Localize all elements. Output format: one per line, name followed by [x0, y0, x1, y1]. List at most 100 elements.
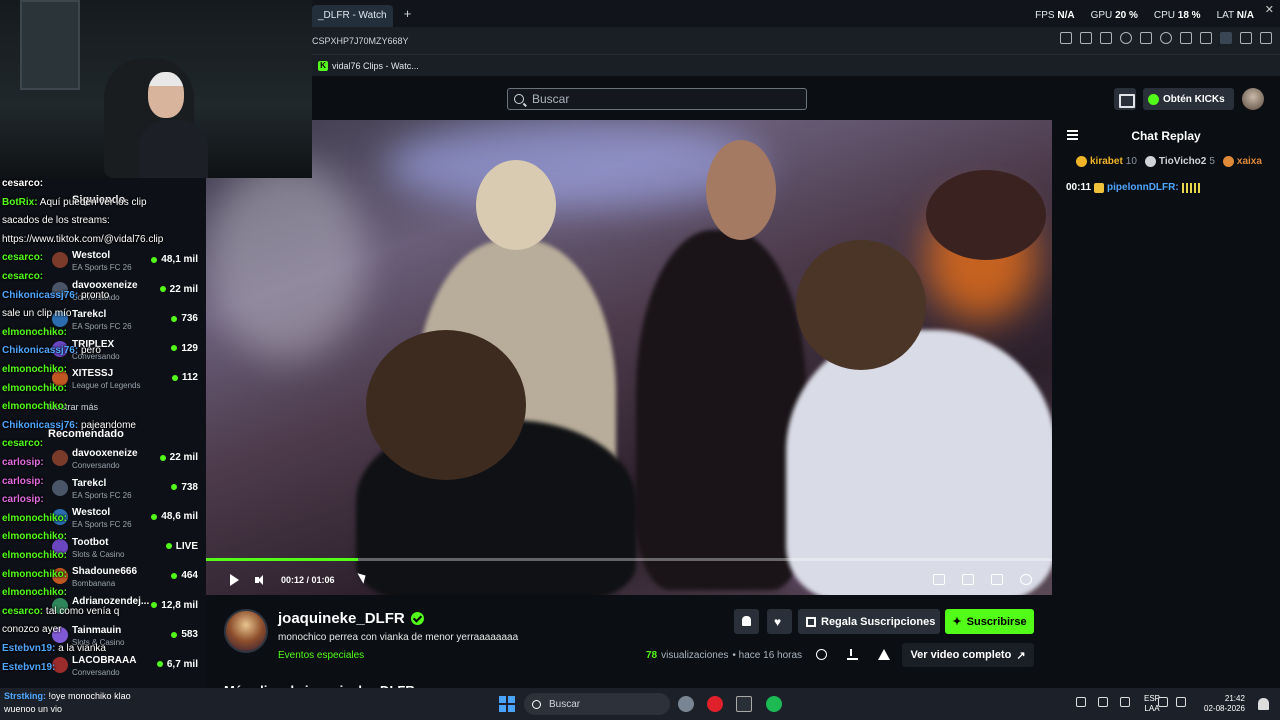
get-kicks-button[interactable]: Obtén KICKs [1143, 88, 1234, 110]
chat-username[interactable]: pipelonnDLFR: [1107, 182, 1179, 193]
channel-category: EA Sports FC 26 [72, 490, 132, 500]
microphone-icon[interactable] [1120, 697, 1130, 707]
play-icon[interactable] [1140, 32, 1152, 44]
heart-icon[interactable] [1160, 32, 1172, 44]
app-icon[interactable] [678, 696, 694, 712]
progress-bar[interactable] [206, 558, 1052, 561]
epic-games-icon[interactable] [736, 696, 752, 712]
taskbar-search[interactable]: Buscar [524, 693, 670, 715]
notification-icon[interactable] [1258, 698, 1269, 710]
webcam-background [20, 0, 80, 90]
sidebar-channel[interactable]: Westcol EA Sports FC 26 48,1 mil [52, 250, 202, 278]
browse-button[interactable] [1114, 88, 1136, 110]
share-icon[interactable] [816, 649, 827, 660]
volume-icon[interactable] [255, 575, 267, 585]
user-avatar[interactable] [1242, 88, 1264, 110]
category-link[interactable]: Eventos especiales [278, 650, 364, 661]
download-icon[interactable] [847, 649, 858, 660]
sidebar-channel[interactable]: TRIPLEX Conversando 129 [52, 339, 202, 367]
monitor-icon[interactable] [1158, 697, 1168, 707]
sidebar-channel[interactable]: Tootbot Slots & Casino LIVE [52, 537, 202, 565]
bookmark-item[interactable]: vidal76 Clips - Watc... [332, 61, 419, 71]
taskbar-clock[interactable]: 21:42 02-08-2026 [1204, 694, 1245, 714]
wifi-icon[interactable] [1176, 697, 1186, 707]
theater-mode-icon[interactable] [962, 574, 974, 585]
collapse-chat-icon[interactable] [1067, 130, 1078, 140]
sidebar-channel[interactable]: Tainmauin Slots & Casino 583 [52, 625, 202, 653]
leaderboard-item[interactable]: kirabet 10 [1076, 156, 1137, 167]
spotify-icon[interactable] [766, 696, 782, 712]
sidebar-channel[interactable]: Westcol EA Sports FC 26 48,6 mil [52, 507, 202, 535]
live-dot-icon [151, 602, 158, 608]
performance-overlay: FPS N/A GPU 20 % CPU 18 % LAT N/A [1035, 10, 1254, 21]
clip-age: • hace 16 horas [732, 650, 803, 661]
channel-name[interactable]: joaquineke_DLFR [278, 610, 424, 627]
fullscreen-icon[interactable] [991, 574, 1003, 585]
chevron-up-icon[interactable] [1076, 697, 1086, 707]
channel-avatar[interactable] [224, 609, 268, 653]
emote-icon [1094, 182, 1105, 193]
channel-name: Tarekcl [72, 477, 107, 489]
site-header: Buscar Obtén KICKs [206, 76, 1280, 120]
channel-name: Westcol [72, 507, 111, 518]
leaderboard-item[interactable]: TioVicho2 5 [1144, 156, 1215, 167]
download-icon[interactable] [1180, 32, 1192, 44]
channel-sidebar: Siguiendo Westcol EA Sports FC 26 48,1 mil… [0, 170, 206, 688]
leader-name: xaixa [1236, 156, 1262, 167]
settings-icon[interactable] [1020, 574, 1032, 585]
camera-icon[interactable] [1100, 32, 1112, 44]
cube-icon[interactable] [1240, 32, 1252, 44]
close-icon[interactable]: ✕ [1265, 3, 1274, 16]
channel-category: EA Sports FC 26 [72, 520, 132, 529]
sidebar-icon[interactable] [1060, 32, 1072, 44]
profile-icon[interactable] [1220, 32, 1232, 44]
viewer-count-text: LIVE [175, 540, 198, 552]
gift-subs-button[interactable]: Regala Suscripciones [798, 609, 940, 634]
miniplayer-icon[interactable] [933, 574, 945, 585]
full-video-button[interactable]: Ver video completo ↗ [902, 643, 1034, 667]
viewer-count: LIVE [165, 540, 198, 552]
video-person [796, 240, 926, 370]
viewer-count: 738 [171, 482, 198, 493]
shield-icon[interactable] [1120, 32, 1132, 44]
sidebar-channel[interactable]: Tarekcl EA Sports FC 26 736 [52, 309, 202, 337]
windows-start-icon[interactable] [499, 696, 515, 712]
ai-icon[interactable] [1260, 32, 1272, 44]
show-more-link[interactable]: Mostrar más [48, 402, 98, 412]
video-person [636, 230, 806, 590]
leader-count: 5 [1209, 156, 1215, 167]
address-bar[interactable]: CSPXHP7J70MZY668Y [312, 27, 1280, 54]
notification-button[interactable] [734, 609, 759, 634]
leaderboard-item[interactable]: xaixa [1222, 156, 1262, 167]
video-player[interactable]: 00:12 / 01:06 [206, 120, 1052, 595]
sidebar-channel[interactable]: LACOBRAAA Conversando 6,7 mil [52, 655, 202, 683]
channel-name: Westcol [72, 250, 111, 261]
follow-button[interactable]: ♥ [767, 609, 792, 634]
live-dot-icon [171, 315, 178, 322]
sidebar-channel[interactable]: XITESSJ League of Legends 112 [52, 368, 202, 396]
edit-icon[interactable] [1080, 32, 1092, 44]
report-icon[interactable] [878, 649, 890, 660]
opera-icon[interactable] [707, 696, 723, 712]
new-tab-icon[interactable]: + [399, 5, 417, 23]
channel-category: Conversando [72, 351, 120, 361]
browser-tab[interactable]: _DLFR - Watch [312, 4, 393, 27]
sidebar-channel[interactable]: Shadoune666 Bombanana 464 [52, 566, 202, 594]
player-right-controls [933, 574, 1032, 585]
clip-title: monochico perrea con vianka de menor yer… [278, 632, 519, 643]
tray-app-icon[interactable] [1098, 697, 1108, 707]
live-dot-icon [171, 572, 178, 579]
live-dot-icon [151, 256, 158, 263]
play-icon[interactable] [230, 574, 239, 586]
viewer-count-text: 736 [181, 313, 198, 324]
viewer-count: 583 [171, 629, 198, 640]
search-input[interactable]: Buscar [507, 88, 807, 110]
menu-icon[interactable] [1200, 32, 1212, 44]
sidebar-channel[interactable]: Adrianozendej... 12,8 mil [52, 596, 202, 624]
channel-avatar [52, 627, 68, 643]
live-dot-icon [171, 374, 178, 381]
sidebar-channel[interactable]: Tarekcl EA Sports FC 26 738 [52, 478, 202, 506]
subscribe-button[interactable]: ✦ Suscribirse [945, 609, 1034, 634]
sidebar-channel[interactable]: davooxeneize Conversando 22 mil [52, 448, 202, 476]
sidebar-channel[interactable]: davooxeneize Conversando 22 mil [52, 280, 202, 308]
